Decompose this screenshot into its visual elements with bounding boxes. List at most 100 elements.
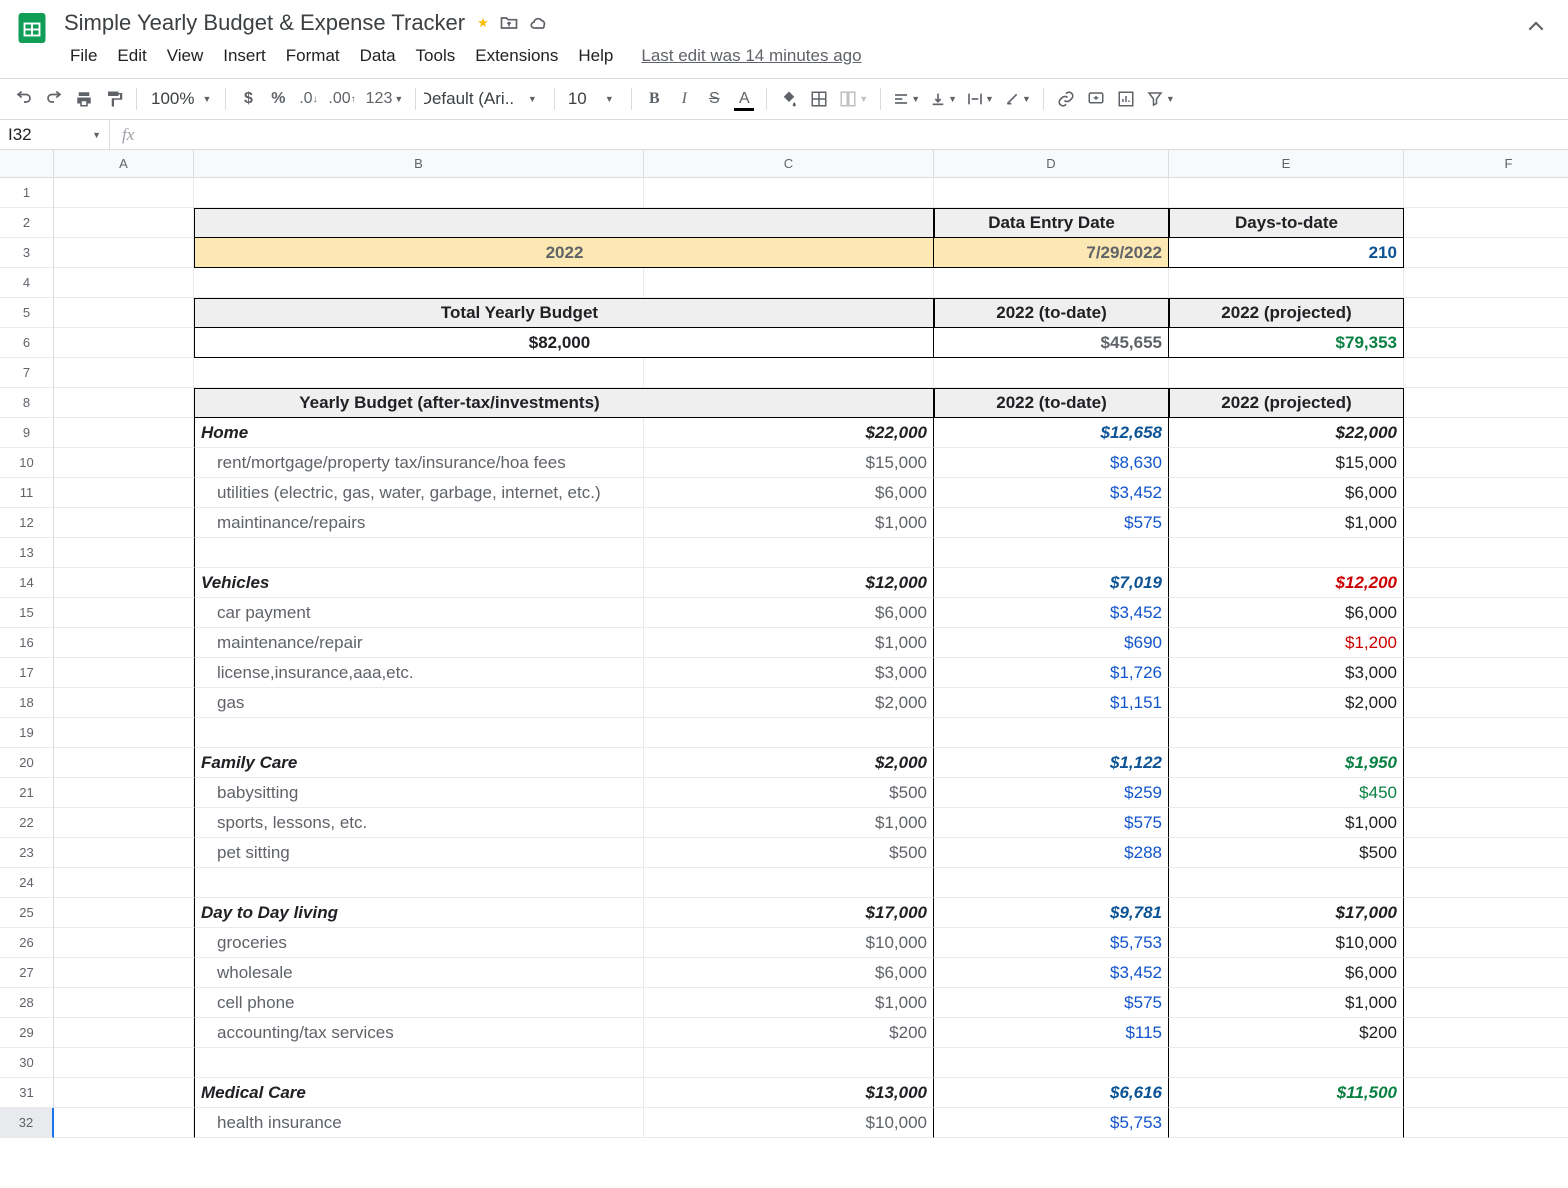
cell[interactable] <box>1404 928 1568 958</box>
cell[interactable] <box>54 808 194 838</box>
col-header-a[interactable]: A <box>54 150 194 178</box>
cell[interactable] <box>1169 538 1404 568</box>
row-header[interactable]: 6 <box>0 328 54 358</box>
cell[interactable]: $82,000 <box>194 328 644 358</box>
select-all-corner[interactable] <box>0 150 54 178</box>
row-header[interactable]: 1 <box>0 178 54 208</box>
cell[interactable]: $45,655 <box>934 328 1169 358</box>
cell[interactable] <box>54 238 194 268</box>
cell[interactable]: $6,616 <box>934 1078 1169 1108</box>
cell[interactable] <box>54 1018 194 1048</box>
font-dropdown-icon[interactable]: ▼ <box>518 85 546 113</box>
cell[interactable]: $8,630 <box>934 448 1169 478</box>
cell[interactable]: $6,000 <box>1169 598 1404 628</box>
cell[interactable] <box>644 268 934 298</box>
cell[interactable] <box>1404 598 1568 628</box>
cell[interactable] <box>1404 808 1568 838</box>
row-header[interactable]: 29 <box>0 1018 54 1048</box>
cell[interactable]: $12,000 <box>644 568 934 598</box>
document-title[interactable]: Simple Yearly Budget & Expense Tracker <box>62 8 467 38</box>
cell[interactable] <box>54 958 194 988</box>
cell[interactable] <box>194 718 644 748</box>
cell[interactable]: $6,000 <box>1169 478 1404 508</box>
h-align-button[interactable]: ▼ <box>889 85 924 113</box>
cell[interactable] <box>1404 358 1568 388</box>
cell[interactable]: $1,122 <box>934 748 1169 778</box>
cell[interactable]: $3,452 <box>934 958 1169 988</box>
cell[interactable] <box>1404 238 1568 268</box>
row-header[interactable]: 21 <box>0 778 54 808</box>
wrap-button[interactable]: ▼ <box>963 85 998 113</box>
cell[interactable]: utilities (electric, gas, water, garbage… <box>194 478 644 508</box>
cell[interactable]: $7,019 <box>934 568 1169 598</box>
cell[interactable]: $6,000 <box>644 958 934 988</box>
row-header[interactable]: 28 <box>0 988 54 1018</box>
row-header[interactable]: 13 <box>0 538 54 568</box>
cell[interactable] <box>1404 178 1568 208</box>
row-header[interactable]: 24 <box>0 868 54 898</box>
cell[interactable]: Family Care <box>194 748 644 778</box>
cell[interactable] <box>1404 208 1568 238</box>
row-header[interactable]: 30 <box>0 1048 54 1078</box>
cell[interactable]: pet sitting <box>194 838 644 868</box>
cell[interactable]: $200 <box>644 1018 934 1048</box>
cell[interactable]: wholesale <box>194 958 644 988</box>
cell[interactable] <box>194 268 644 298</box>
cell[interactable]: groceries <box>194 928 644 958</box>
row-header[interactable]: 31 <box>0 1078 54 1108</box>
col-header-b[interactable]: B <box>194 150 644 178</box>
cell[interactable] <box>54 778 194 808</box>
cell[interactable]: Yearly Budget (after-tax/investments) <box>194 388 644 418</box>
cell[interactable]: 2022 (projected) <box>1169 388 1404 418</box>
menu-tools[interactable]: Tools <box>408 42 464 70</box>
cell[interactable] <box>194 1048 644 1078</box>
cell[interactable]: $6,000 <box>644 478 934 508</box>
bold-button[interactable]: B <box>640 85 668 113</box>
cell[interactable]: $22,000 <box>644 418 934 448</box>
cell[interactable] <box>54 928 194 958</box>
cell[interactable] <box>54 628 194 658</box>
cell[interactable] <box>54 448 194 478</box>
cell[interactable]: $500 <box>644 838 934 868</box>
percent-button[interactable]: % <box>264 85 292 113</box>
cell[interactable] <box>54 838 194 868</box>
row-header[interactable]: 12 <box>0 508 54 538</box>
cell[interactable]: $1,151 <box>934 688 1169 718</box>
cell[interactable] <box>54 268 194 298</box>
menu-edit[interactable]: Edit <box>109 42 154 70</box>
row-header[interactable]: 17 <box>0 658 54 688</box>
cell[interactable] <box>1404 1048 1568 1078</box>
cell[interactable]: gas <box>194 688 644 718</box>
cell[interactable]: $200 <box>1169 1018 1404 1048</box>
cell[interactable] <box>1404 838 1568 868</box>
formula-input[interactable] <box>146 120 1568 149</box>
cell[interactable]: Data Entry Date <box>934 208 1169 238</box>
cell[interactable] <box>54 658 194 688</box>
name-box[interactable]: I32▼ <box>0 120 110 149</box>
cell[interactable]: $6,000 <box>644 598 934 628</box>
cell[interactable] <box>54 868 194 898</box>
cell[interactable] <box>1404 328 1568 358</box>
strikethrough-button[interactable]: S <box>700 85 728 113</box>
cell[interactable]: $1,000 <box>1169 808 1404 838</box>
cell[interactable] <box>1404 1108 1568 1138</box>
cell[interactable] <box>194 538 644 568</box>
menu-insert[interactable]: Insert <box>215 42 274 70</box>
italic-button[interactable]: I <box>670 85 698 113</box>
cell[interactable]: license,insurance,aaa,etc. <box>194 658 644 688</box>
menu-file[interactable]: File <box>62 42 105 70</box>
cell[interactable] <box>54 388 194 418</box>
cell[interactable]: car payment <box>194 598 644 628</box>
cell[interactable] <box>54 898 194 928</box>
cell[interactable]: $3,000 <box>1169 658 1404 688</box>
cell[interactable]: $1,200 <box>1169 628 1404 658</box>
cell[interactable] <box>54 508 194 538</box>
merge-button[interactable]: ▼ <box>835 85 872 113</box>
cell[interactable] <box>1404 448 1568 478</box>
sheets-logo-icon[interactable] <box>12 8 52 48</box>
cell[interactable]: maintinance/repairs <box>194 508 644 538</box>
cell[interactable] <box>1169 358 1404 388</box>
cell[interactable] <box>934 268 1169 298</box>
menu-extensions[interactable]: Extensions <box>467 42 566 70</box>
print-button[interactable] <box>70 85 98 113</box>
